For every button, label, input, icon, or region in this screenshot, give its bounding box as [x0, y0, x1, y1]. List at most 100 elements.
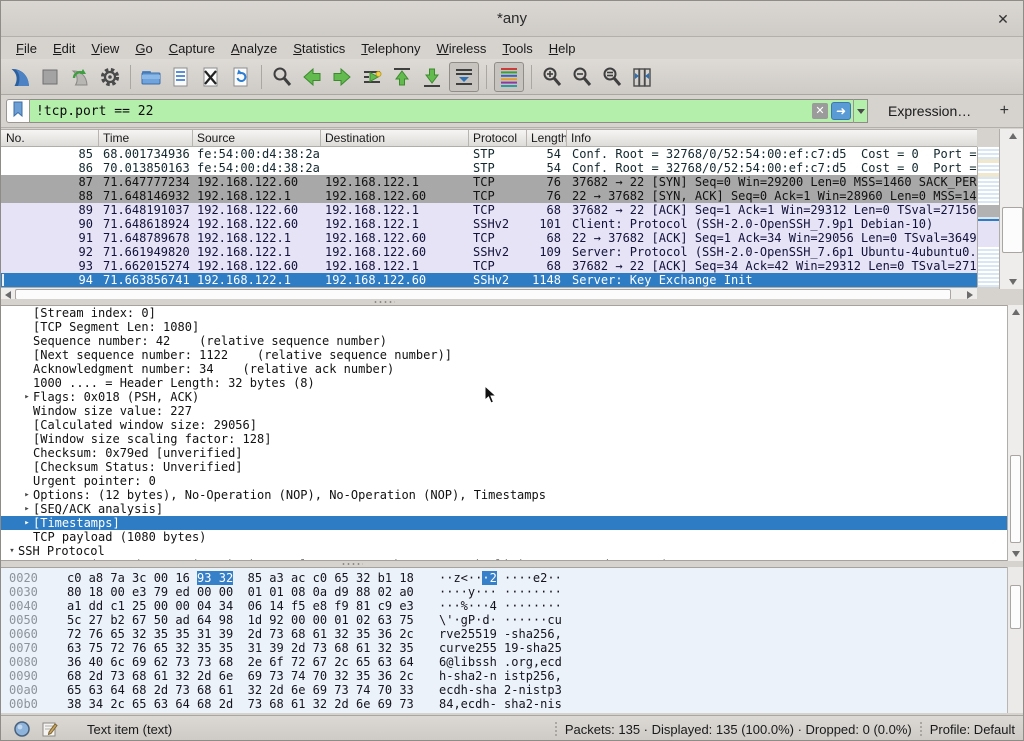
expand-arrow-icon[interactable]: ▸ [21, 488, 33, 502]
hex-row[interactable]: 008036 40 6c 69 62 73 73 68 2e 6f 72 67 … [1, 655, 1024, 669]
hex-row[interactable]: 007063 75 72 76 65 32 35 35 31 39 2d 73 … [1, 641, 1024, 655]
hex-row[interactable]: 0040a1 dd c1 25 00 00 04 34 06 14 f5 e8 … [1, 599, 1024, 613]
zoom-original-button[interactable] [597, 62, 627, 92]
detail-line[interactable]: Sequence number: 42 (relative sequence n… [1, 334, 1024, 348]
profile-status[interactable]: Profile: Default [930, 722, 1015, 737]
zoom-in-button[interactable] [537, 62, 567, 92]
capture-options-button[interactable] [95, 62, 125, 92]
reload-file-button[interactable] [226, 62, 256, 92]
packet-row-86[interactable]: 8670.013850163fe:54:00:d4:38:2aSTP54Conf… [1, 161, 977, 175]
menu-analyze[interactable]: Analyze [224, 39, 284, 58]
go-forward-button[interactable] [327, 62, 357, 92]
go-back-button[interactable] [297, 62, 327, 92]
packet-row-85[interactable]: 8568.001734936fe:54:00:d4:38:2aSTP54Conf… [1, 147, 977, 161]
go-last-button[interactable] [417, 62, 447, 92]
expand-arrow-icon[interactable]: ▸ [21, 390, 33, 404]
menu-telephony[interactable]: Telephony [354, 39, 427, 58]
go-to-packet-button[interactable] [357, 62, 387, 92]
scrollbar-thumb[interactable] [1002, 207, 1023, 253]
packet-row-94-selected[interactable]: 9471.663856741192.168.122.1192.168.122.6… [1, 273, 977, 287]
details-vscrollbar[interactable] [1007, 305, 1023, 561]
hex-row[interactable]: 006072 76 65 32 35 35 31 39 2d 73 68 61 … [1, 627, 1024, 641]
capture-comment-button[interactable] [41, 720, 59, 738]
open-file-button[interactable] [136, 62, 166, 92]
hex-row[interactable]: 003080 18 00 e3 79 ed 00 00 01 01 08 0a … [1, 585, 1024, 599]
filter-dropdown-caret[interactable] [853, 99, 867, 123]
scroll-down-arrow[interactable] [1000, 275, 1024, 289]
expand-arrow-icon[interactable]: ▸ [21, 516, 33, 530]
filter-bookmark-button[interactable] [6, 99, 30, 123]
selected-ascii[interactable]: ·2 [482, 571, 496, 585]
intelligent-scrollbar-minimap[interactable] [977, 147, 999, 287]
packet-row-93[interactable]: 9371.662015274192.168.122.60192.168.122.… [1, 259, 977, 273]
detail-line[interactable]: [TCP Segment Len: 1080] [1, 320, 1024, 334]
hex-row[interactable]: 0020c0 a8 7a 3c 00 16 93 32 85 a3 ac c0 … [1, 571, 1024, 585]
menu-capture[interactable]: Capture [162, 39, 222, 58]
go-first-button[interactable] [387, 62, 417, 92]
collapse-arrow-icon[interactable]: ▾ [6, 544, 18, 558]
start-capture-button[interactable] [5, 62, 35, 92]
packet-row-91[interactable]: 9171.648789678192.168.122.1192.168.122.6… [1, 231, 977, 245]
selected-bytes[interactable]: 93 32 [197, 571, 233, 585]
display-filter-field[interactable]: !tcp.port == 22 ✕ ➜ [30, 99, 868, 123]
column-time[interactable]: Time [99, 130, 193, 146]
detail-line-options[interactable]: ▸Options: (12 bytes), No-Operation (NOP)… [1, 488, 1024, 502]
detail-line[interactable]: Window size value: 227 [1, 404, 1024, 418]
scroll-down-arrow[interactable] [1008, 547, 1023, 561]
column-info[interactable]: Info [567, 130, 977, 146]
title-bar[interactable]: *any ✕ [1, 1, 1023, 37]
detail-line[interactable]: [Next sequence number: 1122 (relative se… [1, 348, 1024, 362]
hex-row[interactable]: 00a065 63 64 68 2d 73 68 61 32 2d 6e 69 … [1, 683, 1024, 697]
filter-clear-icon[interactable]: ✕ [812, 103, 828, 119]
menu-statistics[interactable]: Statistics [286, 39, 352, 58]
detail-line[interactable]: [Stream index: 0] [1, 306, 1024, 320]
resize-columns-button[interactable] [627, 62, 657, 92]
filter-input[interactable]: !tcp.port == 22 [30, 104, 812, 119]
column-protocol[interactable]: Protocol [469, 130, 527, 146]
column-no[interactable]: No. [1, 130, 99, 146]
column-length[interactable]: Length [527, 130, 567, 146]
save-file-button[interactable] [166, 62, 196, 92]
hex-row[interactable]: 00b038 34 2c 65 63 64 68 2d 73 68 61 32 … [1, 697, 1024, 711]
find-packet-button[interactable] [267, 62, 297, 92]
packet-row-89[interactable]: 8971.648191037192.168.122.60192.168.122.… [1, 203, 977, 217]
detail-line-ssh-protocol[interactable]: ▾SSH Protocol [1, 544, 1024, 558]
detail-line-seq-ack[interactable]: ▸[SEQ/ACK analysis] [1, 502, 1024, 516]
hex-row[interactable]: 009068 2d 73 68 61 32 2d 6e 69 73 74 70 … [1, 669, 1024, 683]
close-window-button[interactable]: ✕ [993, 9, 1013, 29]
bytes-vscrollbar[interactable] [1007, 567, 1023, 713]
packet-row-92[interactable]: 9271.661949820192.168.122.1192.168.122.6… [1, 245, 977, 259]
detail-line[interactable]: [Checksum Status: Unverified] [1, 460, 1024, 474]
stop-capture-button[interactable] [35, 62, 65, 92]
menu-help[interactable]: Help [542, 39, 583, 58]
menu-edit[interactable]: Edit [46, 39, 82, 58]
scrollbar-thumb[interactable] [1010, 455, 1021, 543]
column-source[interactable]: Source [193, 130, 321, 146]
menu-wireless[interactable]: Wireless [430, 39, 494, 58]
scroll-up-arrow[interactable] [1008, 305, 1023, 319]
detail-line-timestamps-selected[interactable]: ▸[Timestamps] [1, 516, 1024, 530]
detail-line[interactable]: 1000 .... = Header Length: 32 bytes (8) [1, 376, 1024, 390]
packet-row-87[interactable]: 8771.647777234192.168.122.60192.168.122.… [1, 175, 977, 189]
packet-row-88[interactable]: 8871.648146932192.168.122.1192.168.122.6… [1, 189, 977, 203]
detail-line[interactable]: Urgent pointer: 0 [1, 474, 1024, 488]
restart-capture-button[interactable] [65, 62, 95, 92]
packet-list-vscrollbar[interactable] [999, 129, 1024, 289]
menu-file[interactable]: File [9, 39, 44, 58]
expand-arrow-icon[interactable]: ▸ [21, 502, 33, 516]
zoom-out-button[interactable] [567, 62, 597, 92]
colorize-button[interactable] [494, 62, 524, 92]
expert-info-button[interactable] [13, 720, 31, 738]
auto-scroll-button[interactable] [449, 62, 479, 92]
detail-line[interactable]: Checksum: 0x79ed [unverified] [1, 446, 1024, 460]
packet-row-90[interactable]: 9071.648618924192.168.122.60192.168.122.… [1, 217, 977, 231]
filter-apply-icon[interactable]: ➜ [831, 102, 851, 120]
detail-line[interactable]: [Window size scaling factor: 128] [1, 432, 1024, 446]
detail-line[interactable]: [Calculated window size: 29056] [1, 418, 1024, 432]
menu-tools[interactable]: Tools [495, 39, 539, 58]
scroll-up-arrow[interactable] [1000, 129, 1024, 143]
menu-go[interactable]: Go [128, 39, 159, 58]
detail-line-tcp-payload[interactable]: TCP payload (1080 bytes) [1, 530, 1024, 544]
close-file-button[interactable] [196, 62, 226, 92]
detail-line[interactable]: Acknowledgment number: 34 (relative ack … [1, 362, 1024, 376]
